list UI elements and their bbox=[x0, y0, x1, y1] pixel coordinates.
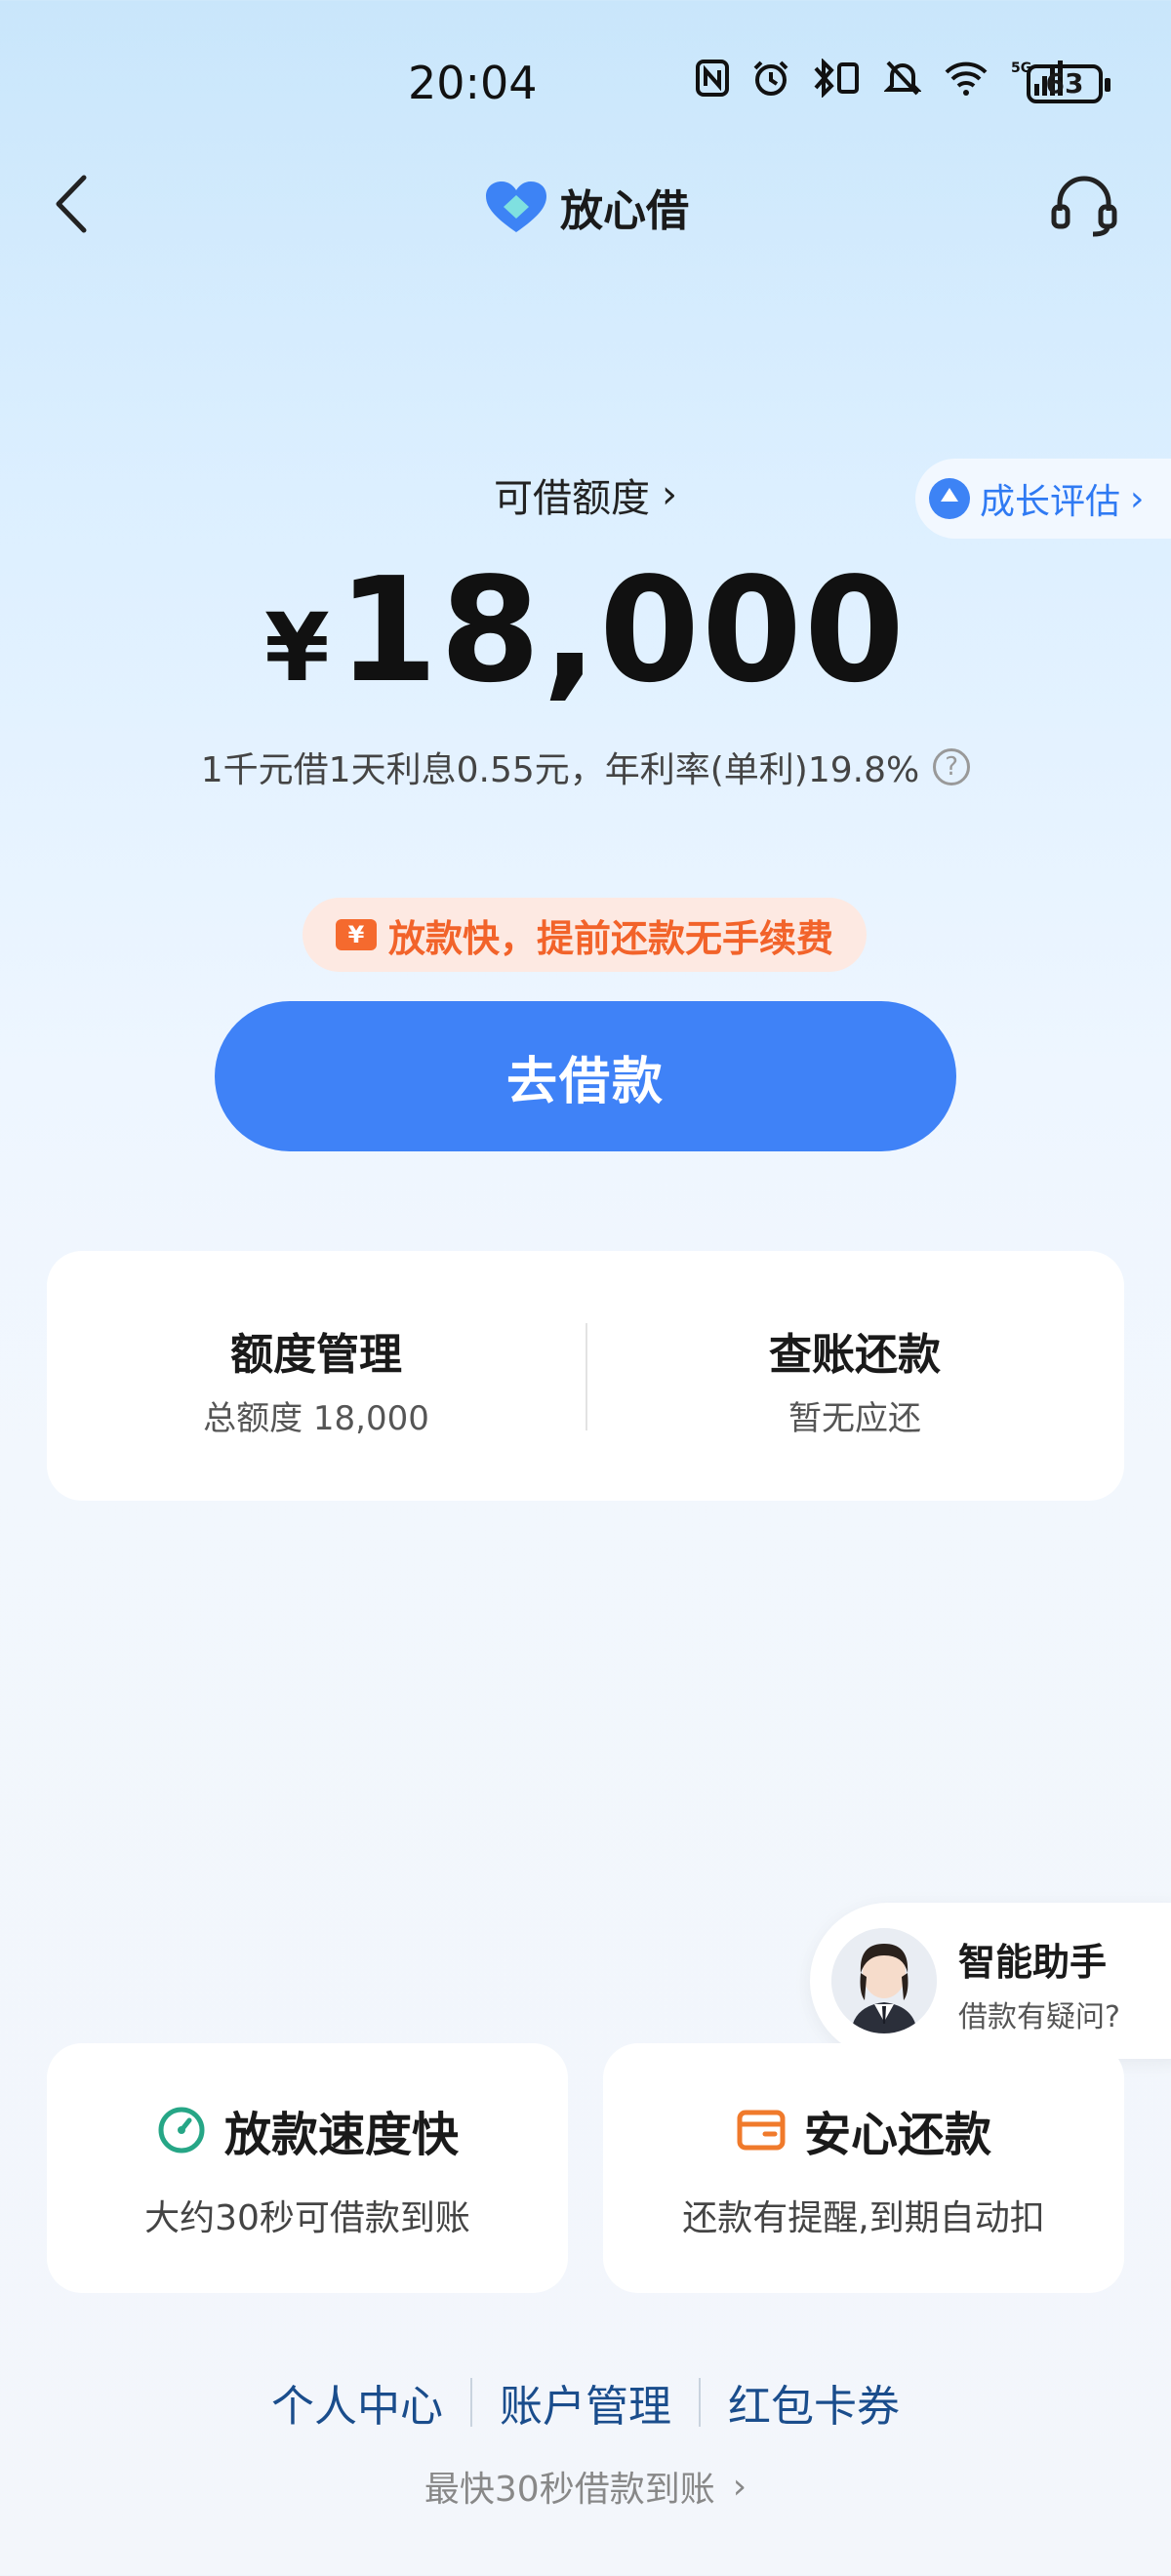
currency-symbol: ¥ bbox=[264, 593, 330, 703]
bill-repayment-button[interactable]: 查账还款 暂无应还 bbox=[586, 1251, 1124, 1501]
page-title: 放心借 bbox=[560, 186, 689, 236]
bottom-note-link[interactable]: 最快30秒借款到账 › bbox=[0, 2461, 1171, 2512]
limit-label-link[interactable]: 可借额度 › bbox=[0, 466, 1171, 523]
battery-indicator: 63 bbox=[1027, 64, 1110, 103]
alarm-icon bbox=[753, 60, 788, 96]
account-management-card: 额度管理 总额度 18,000 查账还款 暂无应还 bbox=[47, 1251, 1124, 1501]
customer-service-icon[interactable] bbox=[1050, 172, 1118, 240]
link-personal-center[interactable]: 个人中心 bbox=[244, 2371, 470, 2434]
chevron-right-icon: › bbox=[732, 2466, 747, 2507]
bluetooth-icon bbox=[814, 59, 859, 98]
link-coupons[interactable]: 红包卡券 bbox=[701, 2371, 927, 2434]
feature-subtitle: 还款有提醒,到期自动扣 bbox=[682, 2198, 1045, 2238]
feature-card-fast-loan: 放款速度快 大约30秒可借款到账 bbox=[47, 2043, 568, 2293]
feature-subtitle: 大约30秒可借款到账 bbox=[144, 2198, 470, 2238]
promo-text: 放款快，提前还款无手续费 bbox=[387, 916, 833, 960]
amount-value: 18,000 bbox=[337, 546, 907, 714]
total-limit-text: 总额度 18,000 bbox=[203, 1399, 429, 1438]
wifi-icon bbox=[945, 61, 988, 96]
bottom-note-text: 最快30秒借款到账 bbox=[424, 2470, 715, 2510]
promo-badge: ¥ 放款快，提前还款无手续费 bbox=[303, 898, 867, 972]
ticket-icon: ¥ bbox=[335, 919, 377, 950]
assistant-title: 智能助手 bbox=[958, 1941, 1108, 1984]
back-icon[interactable] bbox=[47, 172, 96, 236]
app-brand: 放心借 bbox=[484, 176, 689, 238]
limit-management-title: 额度管理 bbox=[230, 1330, 402, 1380]
wallet-icon bbox=[737, 2110, 786, 2151]
help-icon[interactable]: ? bbox=[933, 748, 971, 785]
status-time: 20:04 bbox=[408, 57, 538, 109]
borrow-button[interactable]: 去借款 bbox=[215, 1001, 956, 1151]
rate-text: 1千元借1天利息0.55元，年利率(单利)19.8% bbox=[200, 750, 920, 790]
repayment-status-text: 暂无应还 bbox=[788, 1399, 921, 1438]
bottom-links: 个人中心 账户管理 红包卡券 bbox=[0, 2371, 1171, 2434]
feature-card-safe-repayment: 安心还款 还款有提醒,到期自动扣 bbox=[603, 2043, 1124, 2293]
nfc-icon bbox=[696, 60, 729, 97]
chevron-right-icon: › bbox=[662, 472, 677, 517]
feature-title: 安心还款 bbox=[803, 2108, 991, 2162]
assistant-avatar-icon bbox=[831, 1928, 937, 2033]
assistant-subtitle: 借款有疑问? bbox=[958, 2000, 1120, 2034]
limit-label: 可借额度 bbox=[494, 476, 650, 521]
assistant-avatar bbox=[831, 1928, 937, 2033]
status-icons: 5G bbox=[695, 59, 1066, 98]
link-account-management[interactable]: 账户管理 bbox=[472, 2371, 699, 2434]
limit-management-button[interactable]: 额度管理 总额度 18,000 bbox=[47, 1251, 586, 1501]
mute-icon bbox=[884, 60, 921, 96]
interest-rate-info: 1千元借1天利息0.55元，年利率(单利)19.8% ? bbox=[0, 742, 1171, 792]
heart-logo-icon bbox=[486, 181, 546, 232]
speed-gauge-icon bbox=[158, 2107, 205, 2153]
borrow-button-label: 去借款 bbox=[505, 1052, 665, 1111]
available-amount: ¥ 18,000 bbox=[0, 546, 1171, 714]
smart-assistant-button[interactable]: 智能助手 借款有疑问? bbox=[810, 1903, 1171, 2059]
status-bar: 20:04 5G 63 bbox=[0, 0, 1171, 166]
feature-title: 放款速度快 bbox=[223, 2108, 459, 2162]
bill-repayment-title: 查账还款 bbox=[769, 1330, 941, 1380]
